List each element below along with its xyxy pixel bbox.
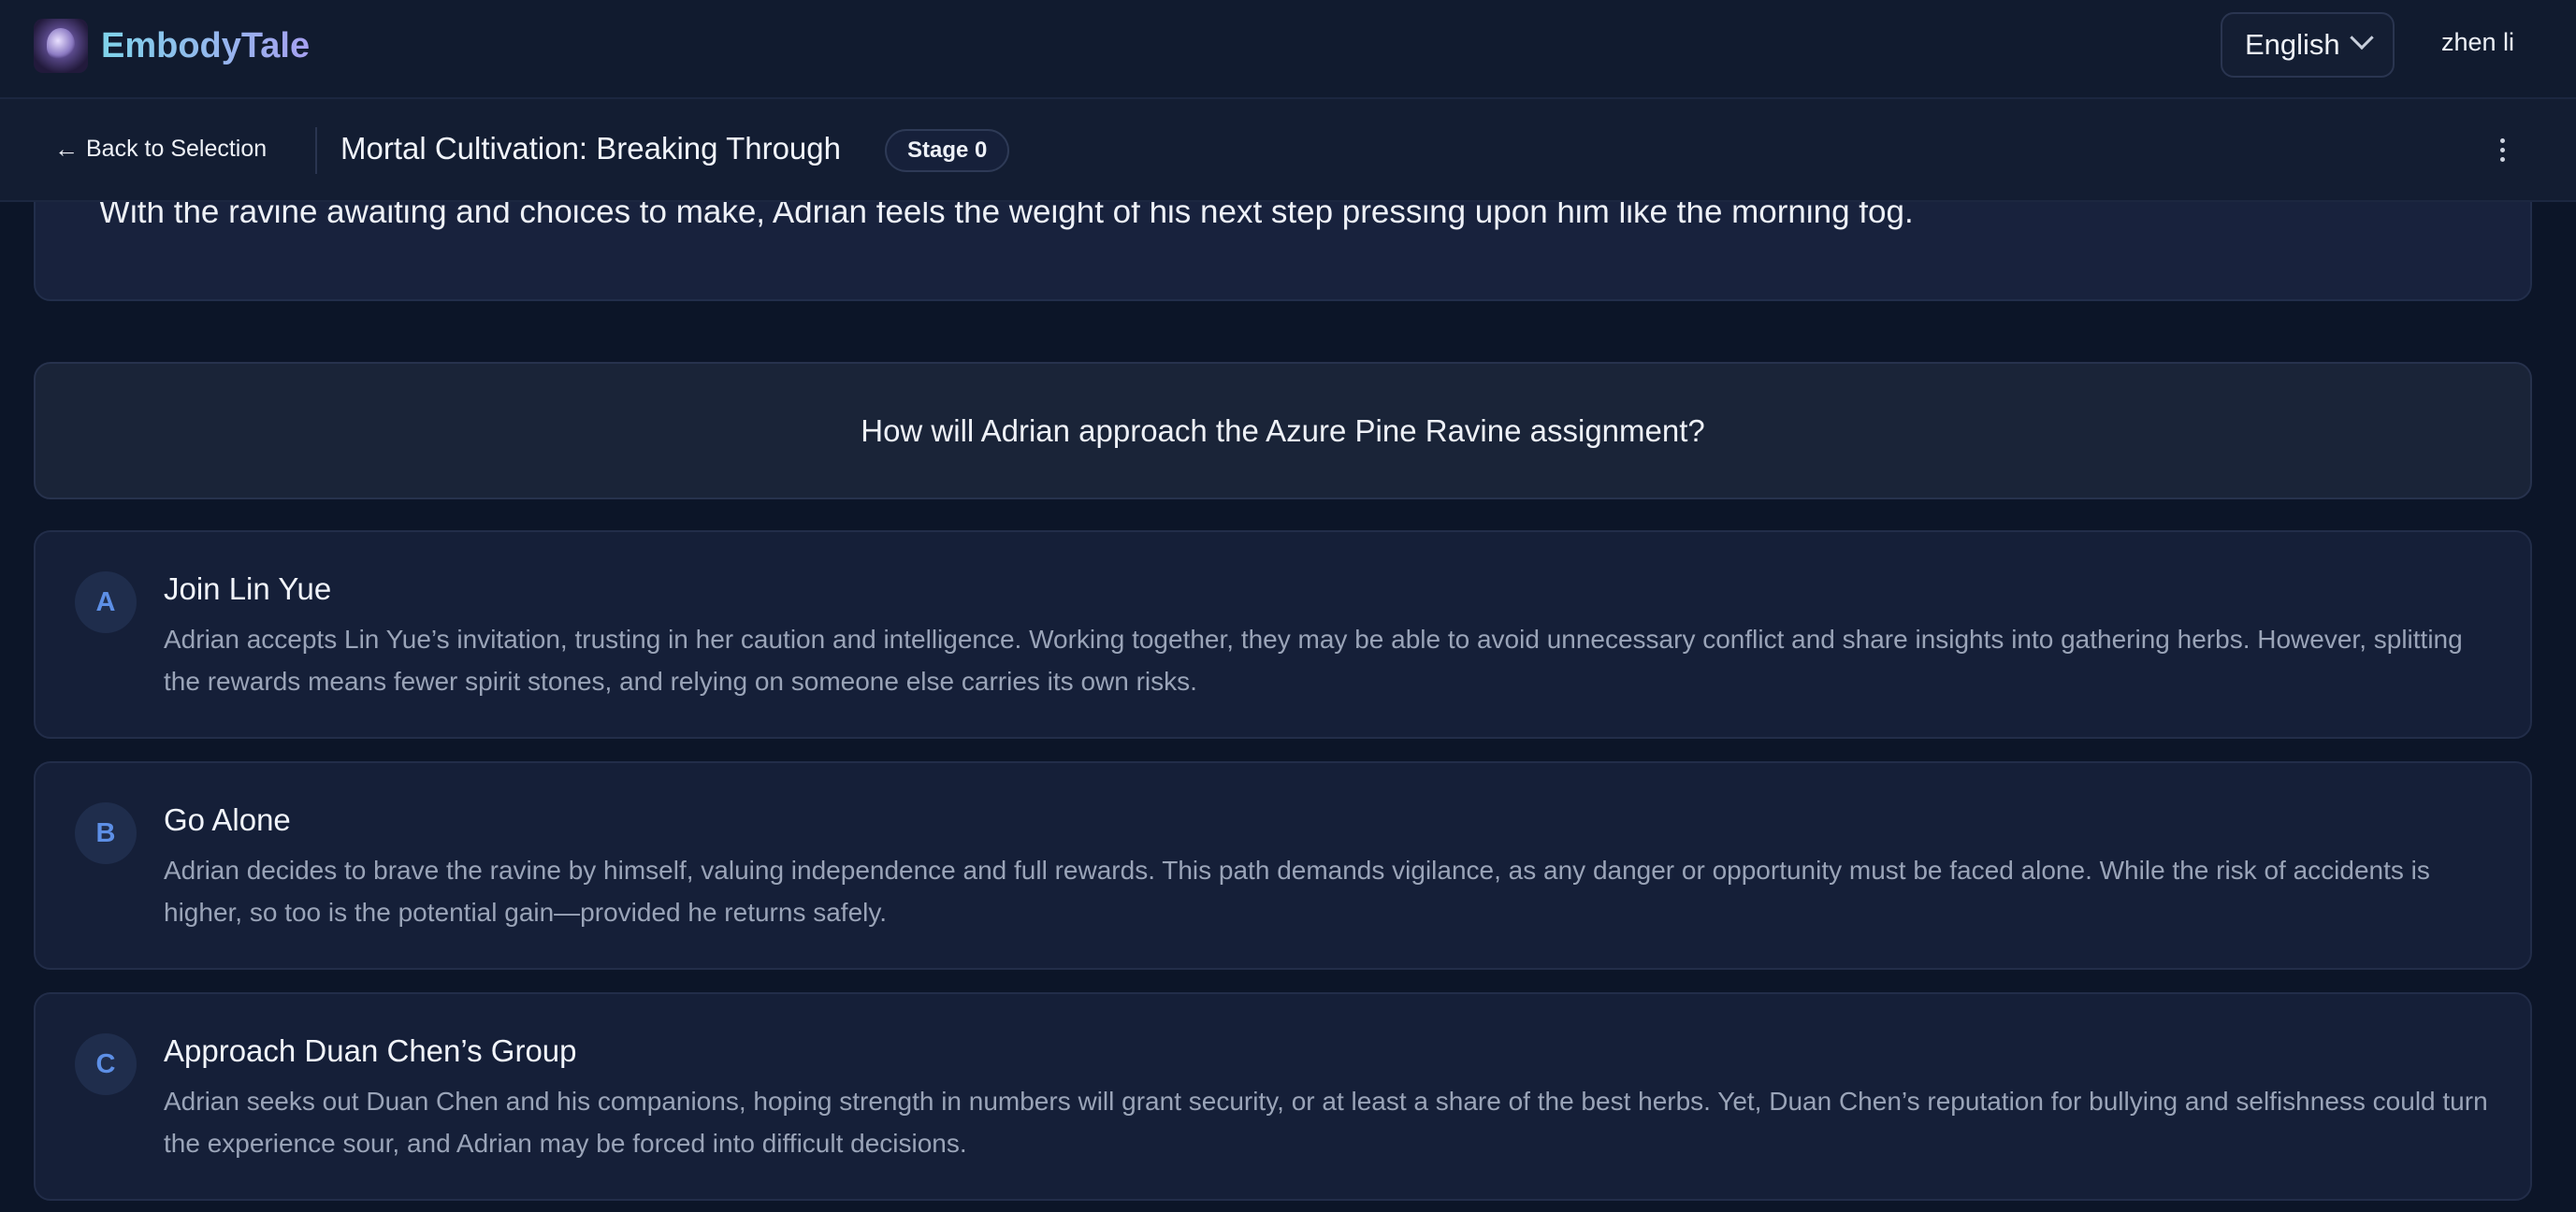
stage-badge: Stage 0 <box>885 129 1010 172</box>
vertical-ellipsis-icon[interactable] <box>2488 131 2516 168</box>
choice-option-a[interactable]: A Join Lin Yue Adrian accepts Lin Yue’s … <box>34 530 2532 739</box>
top-navbar: EmbodyTale English zhen li <box>0 0 2576 99</box>
cosmic-face-logo-icon <box>34 19 88 73</box>
question-card: How will Adrian approach the Azure Pine … <box>34 362 2532 499</box>
language-select[interactable]: English <box>2221 12 2395 78</box>
brand[interactable]: EmbodyTale <box>34 19 310 73</box>
choice-description: Adrian accepts Lin Yue’s invitation, tru… <box>164 625 2463 696</box>
toolbar-divider <box>315 127 317 174</box>
arrow-left-icon: ← <box>54 135 79 163</box>
back-label: Back to Selection <box>86 136 268 162</box>
choice-title: Approach Duan Chen’s Group <box>164 1033 577 1068</box>
question-text: How will Adrian approach the Azure Pine … <box>861 412 1705 448</box>
back-to-selection-button[interactable]: ← Back to Selection <box>54 135 267 164</box>
story-toolbar: ← Back to Selection Mortal Cultivation: … <box>0 99 2576 202</box>
choice-letter-badge: A <box>75 571 137 633</box>
user-menu[interactable]: zhen li <box>2441 28 2514 57</box>
choice-letter-badge: B <box>75 802 137 864</box>
chevron-down-icon <box>2350 25 2374 50</box>
choice-option-b[interactable]: B Go Alone Adrian decides to brave the r… <box>34 761 2532 970</box>
language-value: English <box>2245 28 2340 61</box>
choice-option-c[interactable]: C Approach Duan Chen’s Group Adrian seek… <box>34 992 2532 1201</box>
choice-title: Join Lin Yue <box>164 571 332 606</box>
choice-description: Adrian decides to brave the ravine by hi… <box>164 856 2430 927</box>
app-name: EmbodyTale <box>101 25 311 65</box>
choice-letter-badge: C <box>75 1033 137 1095</box>
choice-title: Go Alone <box>164 802 291 837</box>
choice-description: Adrian seeks out Duan Chen and his compa… <box>164 1087 2488 1158</box>
story-title: Mortal Cultivation: Breaking Through <box>340 131 841 166</box>
